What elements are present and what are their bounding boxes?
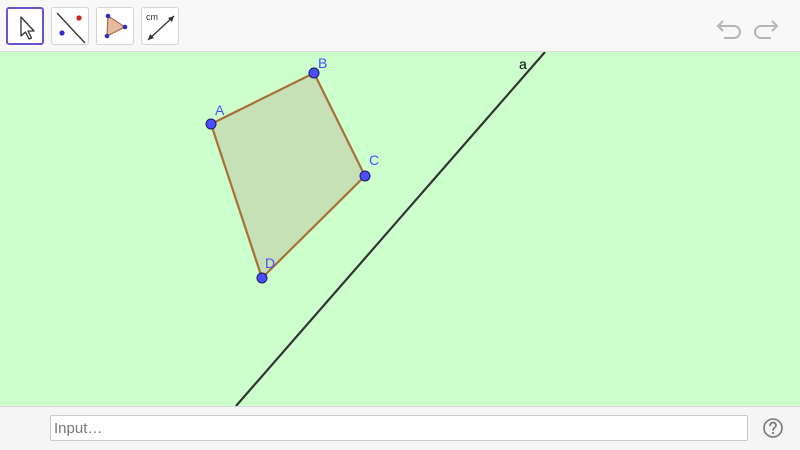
move-tool-button[interactable] bbox=[6, 7, 44, 45]
help-icon bbox=[763, 418, 783, 438]
undo-icon bbox=[716, 20, 741, 39]
input-bar bbox=[0, 406, 800, 450]
graphics-view[interactable]: a A B C D bbox=[0, 52, 800, 406]
point-c[interactable] bbox=[359, 170, 371, 182]
distance-unit-label: cm bbox=[146, 12, 158, 22]
redo-icon bbox=[754, 20, 779, 39]
polygon-icon bbox=[104, 13, 128, 39]
point-a-label: A bbox=[215, 102, 225, 118]
line-a-label: a bbox=[519, 56, 527, 72]
distance-length-icon: cm bbox=[146, 12, 175, 41]
point-d-label: D bbox=[265, 255, 275, 271]
line-through-two-points-icon bbox=[56, 12, 86, 44]
polygon-abcd[interactable] bbox=[209, 71, 367, 280]
point-d[interactable] bbox=[256, 272, 268, 284]
point-c-label: C bbox=[369, 152, 379, 168]
toolbar: cm bbox=[0, 0, 800, 52]
polygon-tool-button[interactable] bbox=[96, 7, 134, 45]
distance-tool-button[interactable]: cm bbox=[141, 7, 179, 45]
redo-button[interactable] bbox=[751, 12, 781, 42]
line-tool-button[interactable] bbox=[51, 7, 89, 45]
point-a[interactable] bbox=[205, 118, 217, 130]
graphics-svg[interactable]: a A B C D bbox=[0, 52, 800, 406]
move-arrow-icon bbox=[20, 16, 35, 40]
algebra-input-field[interactable] bbox=[50, 415, 748, 441]
point-b-label: B bbox=[318, 55, 327, 71]
undo-button[interactable] bbox=[714, 12, 744, 42]
help-button[interactable] bbox=[762, 417, 784, 439]
